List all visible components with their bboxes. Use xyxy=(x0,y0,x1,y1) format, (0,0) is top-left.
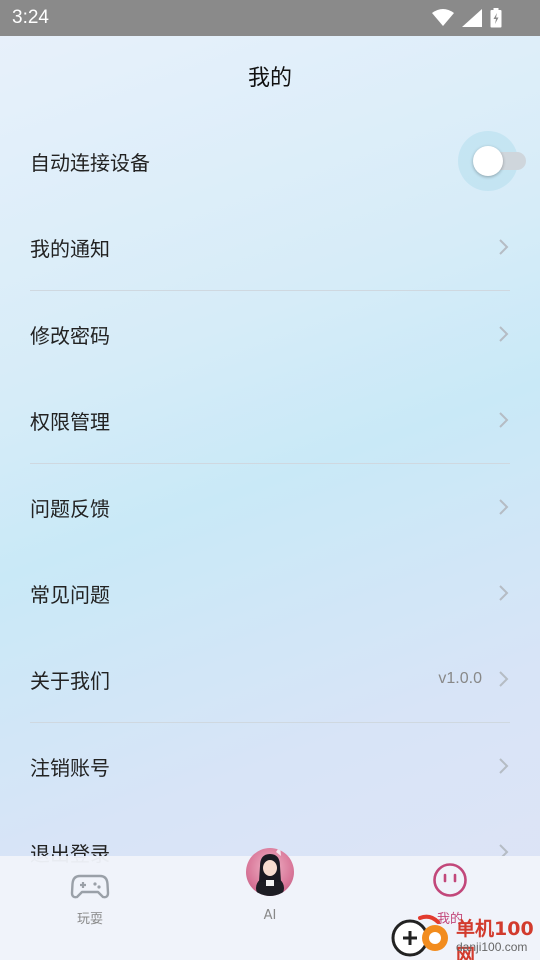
tab-play[interactable]: 玩耍 xyxy=(0,856,180,960)
status-bar: 3:24 xyxy=(0,0,540,36)
menu-item-faq[interactable]: 常见问题 xyxy=(0,550,540,636)
tab-label: AI xyxy=(263,908,277,923)
watermark-url: danji100.com xyxy=(456,940,528,954)
status-icons xyxy=(432,8,502,28)
menu-item-label: 权限管理 xyxy=(30,409,110,434)
chevron-right-icon xyxy=(499,758,509,774)
wifi-icon xyxy=(432,9,454,26)
menu-item-label: 我的通知 xyxy=(30,236,110,261)
settings-menu: 自动连接设备 我的通知 修改密码 权限管理 问题反馈 常见问题 关于我们 v1.… xyxy=(0,118,540,895)
page-title: 我的 xyxy=(247,66,292,91)
tab-label: 玩耍 xyxy=(76,912,103,927)
chevron-right-icon xyxy=(499,499,509,515)
menu-item-label: 注销账号 xyxy=(30,755,110,780)
tab-ai[interactable]: AI xyxy=(180,848,360,960)
menu-item-feedback[interactable]: 问题反馈 xyxy=(0,464,540,550)
auto-connect-label: 自动连接设备 xyxy=(30,150,150,175)
chevron-right-icon xyxy=(499,239,509,255)
menu-item-label: 关于我们 xyxy=(30,668,110,693)
chevron-right-icon xyxy=(499,671,509,687)
menu-item-notifications[interactable]: 我的通知 xyxy=(0,204,540,290)
auto-connect-row: 自动连接设备 xyxy=(0,118,540,204)
status-time: 3:24 xyxy=(12,7,49,28)
smiley-face-icon xyxy=(433,863,467,897)
menu-item-delete-account[interactable]: 注销账号 xyxy=(0,723,540,809)
chevron-right-icon xyxy=(499,326,509,342)
ai-avatar xyxy=(246,848,294,896)
menu-item-label: 问题反馈 xyxy=(30,496,110,521)
menu-item-label: 修改密码 xyxy=(30,323,110,348)
menu-item-label: 常见问题 xyxy=(30,582,110,607)
chevron-right-icon xyxy=(499,585,509,601)
menu-item-about[interactable]: 关于我们 v1.0.0 xyxy=(0,636,540,722)
version-value: v1.0.0 xyxy=(438,670,482,687)
menu-item-permissions[interactable]: 权限管理 xyxy=(0,377,540,463)
toggle-knob xyxy=(473,146,503,176)
signal-icon xyxy=(462,9,482,27)
chevron-right-icon xyxy=(499,412,509,428)
watermark-logo xyxy=(391,914,448,957)
gamepad-icon xyxy=(70,874,110,899)
auto-connect-toggle[interactable] xyxy=(458,131,526,191)
site-watermark: 单机100网 danji100.com xyxy=(390,912,540,960)
battery-icon xyxy=(490,8,502,28)
menu-item-change-password[interactable]: 修改密码 xyxy=(0,291,540,377)
